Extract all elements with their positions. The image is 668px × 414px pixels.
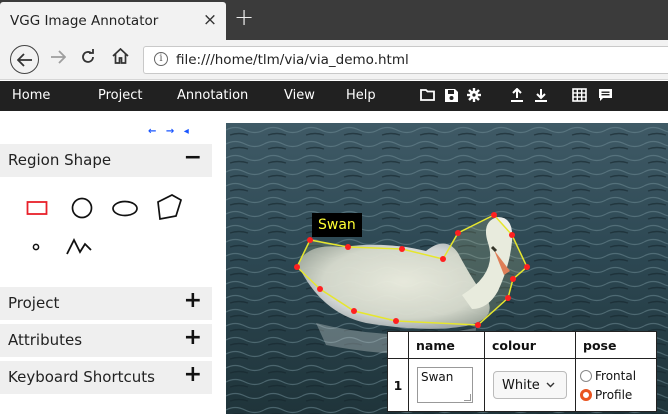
menu-view[interactable]: View	[284, 88, 315, 103]
pose-column-header: pose	[575, 331, 657, 359]
menu-help[interactable]: Help	[346, 88, 376, 103]
close-tab-icon[interactable]: ×	[201, 10, 219, 30]
home-button[interactable]	[112, 47, 129, 69]
menu-annotation[interactable]: Annotation	[177, 88, 248, 103]
upload-icon[interactable]	[509, 86, 525, 104]
list-view-icon[interactable]	[597, 86, 613, 104]
region-shape-label: Region Shape	[8, 151, 112, 169]
point-shape-icon[interactable]	[30, 241, 42, 253]
shape-tools	[0, 177, 212, 282]
project-section-label: Project	[8, 294, 60, 312]
collapse-icon[interactable]: −	[184, 145, 202, 170]
pose-profile-label: Profile	[595, 387, 633, 402]
expand-icon[interactable]: +	[184, 288, 202, 313]
pose-option-profile[interactable]: Profile	[580, 385, 656, 404]
ellipse-shape-icon[interactable]	[110, 200, 140, 217]
attributes-section-header[interactable]: Attributes +	[0, 324, 212, 357]
browser-tab[interactable]: VGG Image Annotator ×	[0, 2, 226, 40]
info-icon[interactable]: i	[154, 52, 168, 66]
row-index: 1	[387, 358, 409, 412]
pose-cell: Frontal Profile	[575, 358, 657, 412]
back-button[interactable]	[10, 45, 39, 74]
settings-icon[interactable]	[466, 86, 482, 104]
url-bar[interactable]: i file:///home/tlm/via/via_demo.html	[143, 46, 668, 74]
forward-button[interactable]	[50, 49, 67, 69]
pose-frontal-label: Frontal	[595, 368, 637, 383]
circle-shape-icon[interactable]	[69, 197, 95, 219]
left-sidebar: ← → ◂ Region Shape − Project + Attribute…	[0, 111, 212, 414]
browser-tab-strip: VGG Image Annotator × +	[0, 0, 668, 40]
keyboard-shortcuts-section-label: Keyboard Shortcuts	[8, 368, 155, 386]
back-arrow-icon	[16, 52, 32, 67]
rectangle-shape-icon[interactable]	[26, 200, 49, 217]
menu-project[interactable]: Project	[98, 88, 142, 103]
app-menu-bar: Home Project Annotation View Help	[0, 81, 668, 111]
polyline-shape-icon[interactable]	[64, 237, 94, 257]
name-column-header: name	[408, 331, 485, 359]
annotation-row: 1 Swan White Frontal Profile	[387, 358, 657, 412]
attributes-section-label: Attributes	[8, 331, 83, 349]
forward-arrow-icon	[51, 50, 67, 64]
grid-view-icon[interactable]	[571, 86, 587, 104]
folder-icon[interactable]	[419, 86, 435, 104]
tab-title: VGG Image Annotator	[10, 13, 159, 29]
polygon-shape-icon[interactable]	[154, 193, 184, 221]
expand-icon[interactable]: +	[184, 325, 202, 350]
colour-cell: White	[484, 358, 576, 412]
new-tab-button[interactable]: +	[234, 3, 254, 31]
project-section-header[interactable]: Project +	[0, 287, 212, 320]
annotation-editor: name colour pose 1 Swan White Frontal Pr…	[387, 331, 657, 412]
radio-frontal[interactable]	[580, 369, 592, 382]
name-cell: Swan	[408, 358, 485, 412]
save-icon[interactable]	[443, 86, 459, 104]
radio-profile[interactable]	[580, 388, 592, 401]
annotation-header-row: name colour pose	[387, 331, 657, 359]
browser-navigation-bar: i file:///home/tlm/via/via_demo.html	[0, 40, 668, 80]
pose-option-frontal[interactable]: Frontal	[580, 366, 656, 385]
region-label: Swan	[312, 213, 362, 237]
reload-icon	[82, 49, 94, 63]
chevron-down-icon	[546, 382, 555, 388]
reload-button[interactable]	[80, 49, 96, 70]
download-icon[interactable]	[533, 86, 549, 104]
name-input[interactable]: Swan	[417, 367, 473, 403]
menu-home[interactable]: Home	[12, 88, 50, 103]
expand-icon[interactable]: +	[184, 362, 202, 387]
colour-value: White	[502, 377, 540, 393]
index-header	[387, 331, 409, 359]
keyboard-shortcuts-section-header[interactable]: Keyboard Shortcuts +	[0, 361, 212, 394]
url-text: file:///home/tlm/via/via_demo.html	[176, 52, 409, 68]
colour-dropdown[interactable]: White	[493, 371, 567, 399]
colour-column-header: colour	[484, 331, 576, 359]
home-icon	[112, 47, 129, 64]
panel-resize-arrows[interactable]: ← → ◂	[148, 126, 192, 137]
region-shape-header[interactable]: Region Shape −	[0, 144, 212, 177]
